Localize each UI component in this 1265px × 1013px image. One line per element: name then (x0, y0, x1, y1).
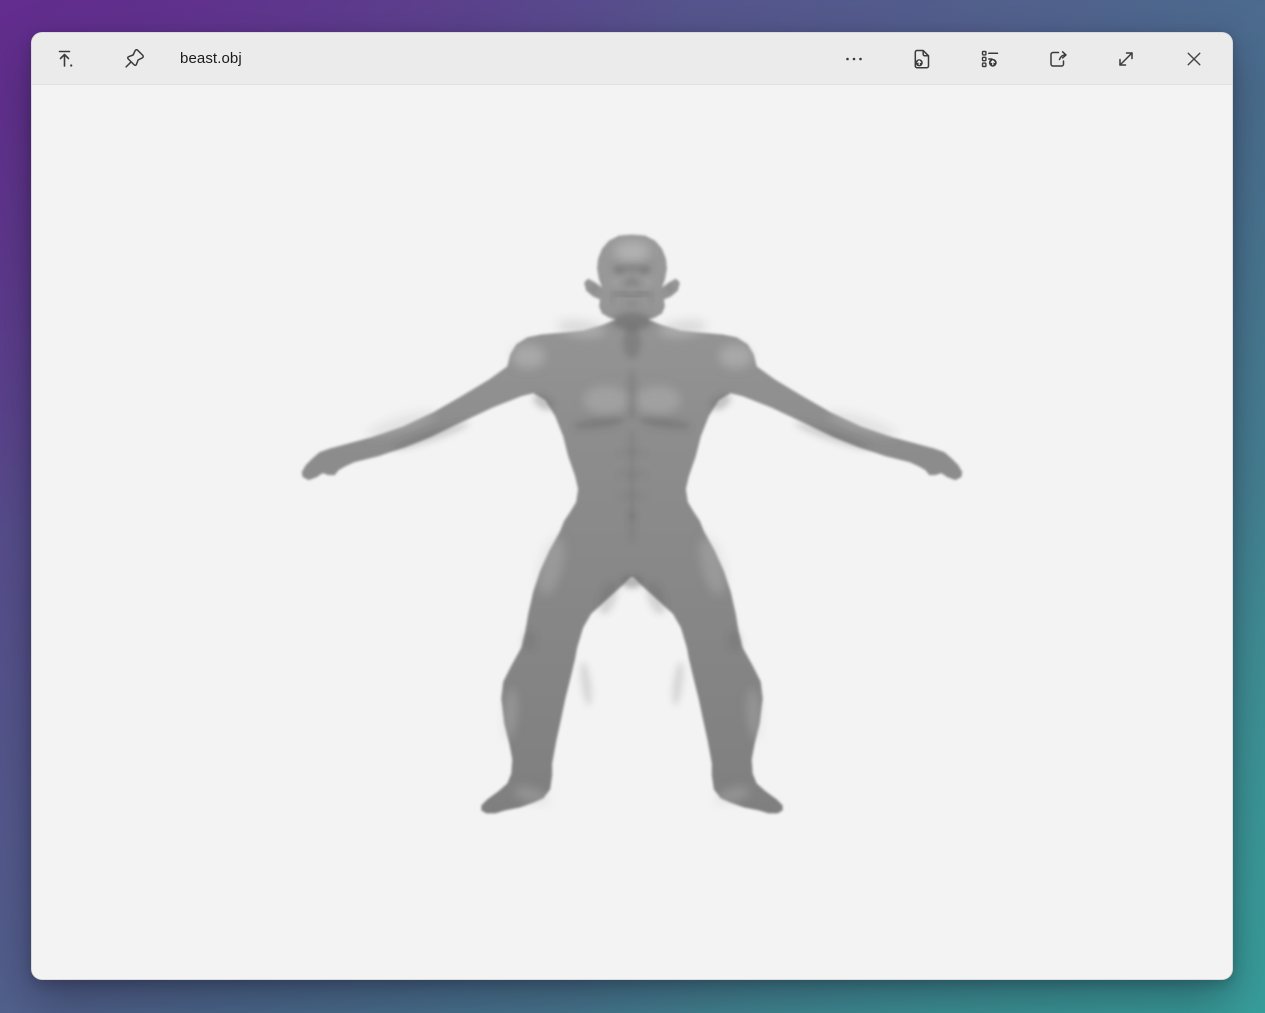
pin-button[interactable] (112, 39, 156, 79)
ellipsis-icon (842, 47, 866, 71)
close-button[interactable] (1172, 39, 1216, 79)
launch-default-app-button[interactable] (44, 39, 88, 79)
titlebar-right-actions (832, 39, 1216, 79)
fullscreen-button[interactable] (1104, 39, 1148, 79)
beast-3d-model (32, 85, 1232, 979)
close-icon (1182, 47, 1206, 71)
titlebar: beast.obj (32, 33, 1232, 85)
pin-icon (122, 47, 146, 71)
model-viewport[interactable] (32, 85, 1232, 979)
open-file-button[interactable] (900, 39, 944, 79)
document-arrow-up-icon (910, 47, 934, 71)
share-icon (1046, 47, 1070, 71)
window-title: beast.obj (180, 50, 242, 67)
expand-diagonal-icon (1114, 47, 1138, 71)
list-arrow-up-icon (978, 47, 1002, 71)
share-button[interactable] (1036, 39, 1080, 79)
desktop-background: beast.obj (0, 0, 1265, 1013)
more-options-button[interactable] (832, 39, 876, 79)
peek-preview-window: beast.obj (31, 32, 1233, 980)
open-with-button[interactable] (968, 39, 1012, 79)
arrow-up-to-line-icon (54, 47, 78, 71)
